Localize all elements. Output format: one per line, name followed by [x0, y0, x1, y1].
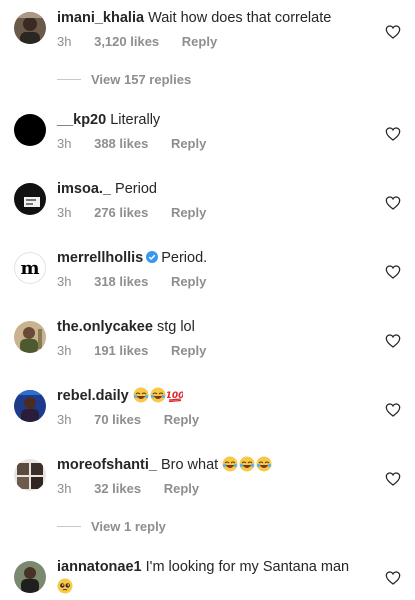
avatar[interactable]	[14, 12, 46, 44]
comment-time: 3h	[57, 274, 72, 289]
comment-meta: 3h 3,120 likes Reply	[57, 34, 375, 50]
comment-likes[interactable]: 3,120 likes	[94, 34, 159, 49]
comment-time: 3h	[57, 412, 72, 427]
view-replies-label: View 1 reply	[91, 519, 166, 534]
comment-username[interactable]: rebel.daily	[57, 388, 129, 404]
avatar[interactable]	[14, 183, 46, 215]
laughing-emoji-icon	[150, 387, 166, 403]
comment-text-line: the.onlycakee stg lol	[57, 318, 375, 337]
comment-time: 3h	[57, 205, 72, 220]
comment-text: Period.	[161, 250, 208, 266]
heart-icon[interactable]	[385, 127, 401, 141]
reply-button[interactable]: Reply	[182, 34, 217, 49]
svg-text:m: m	[20, 258, 39, 279]
comment-time: 3h	[57, 481, 72, 496]
reply-button[interactable]: Reply	[171, 205, 206, 220]
heart-icon[interactable]	[385, 472, 401, 486]
comment-username[interactable]: moreofshanti_	[57, 457, 157, 473]
comment-text-line: imsoa._ Period	[57, 180, 375, 199]
comment-meta: 3h 388 likes Reply	[57, 136, 375, 152]
comment-meta: 3h 70 likes Reply	[57, 412, 375, 428]
comment-text-line-2	[57, 578, 375, 597]
comment-likes[interactable]: 191 likes	[94, 343, 148, 358]
heart-icon[interactable]	[385, 403, 401, 417]
comment-text: Literally	[110, 112, 161, 128]
reply-button[interactable]: Reply	[171, 343, 206, 358]
reply-button[interactable]: Reply	[171, 274, 206, 289]
divider	[57, 526, 81, 527]
avatar[interactable]	[14, 114, 46, 146]
comment-likes[interactable]: 388 likes	[94, 136, 148, 151]
comment-likes[interactable]: 318 likes	[94, 274, 148, 289]
comment-username[interactable]: imani_khalia	[57, 10, 144, 26]
comment-text-line: moreofshanti_ Bro what	[57, 456, 375, 475]
heart-icon[interactable]	[385, 265, 401, 279]
view-replies-button[interactable]: View 1 reply	[57, 519, 166, 534]
comment-username[interactable]: __kp20	[57, 112, 106, 128]
heart-icon[interactable]	[385, 196, 401, 210]
comment-username[interactable]: iannatonae1	[57, 559, 142, 575]
laughing-emoji-icon	[222, 456, 238, 472]
verified-badge-icon	[146, 251, 159, 263]
reply-button[interactable]: Reply	[171, 136, 206, 151]
comment-text: Bro what	[160, 457, 219, 473]
divider	[57, 79, 81, 80]
comment-likes[interactable]: 276 likes	[94, 205, 148, 220]
avatar[interactable]	[14, 321, 46, 353]
heart-icon[interactable]	[385, 571, 401, 585]
comment-text-line: merrellhollis Period.	[57, 249, 375, 268]
laughing-emoji-icon	[256, 456, 272, 472]
comment-text-line: imani_khalia Wait how does that correlat…	[57, 9, 375, 28]
comment-meta: 3h 32 likes Reply	[57, 481, 375, 497]
comment-time: 3h	[57, 34, 72, 49]
comment-text-line: rebel.daily 100	[57, 387, 375, 406]
view-replies-button[interactable]: View 157 replies	[57, 72, 191, 87]
reply-button[interactable]: Reply	[164, 481, 199, 496]
comment-text-line: iannatonae1 I'm looking for my Santana m…	[57, 558, 375, 577]
reply-button[interactable]: Reply	[164, 412, 199, 427]
comment-text: I'm looking for my Santana man	[145, 559, 350, 575]
avatar[interactable]	[14, 459, 46, 491]
laughing-emoji-icon	[239, 456, 255, 472]
avatar[interactable]	[14, 390, 46, 422]
comment-time: 3h	[57, 136, 72, 151]
comment-username[interactable]: the.onlycakee	[57, 319, 153, 335]
comment-meta: 3h 276 likes Reply	[57, 205, 375, 221]
comment-meta: 3h 318 likes Reply	[57, 274, 375, 290]
comment-likes[interactable]: 32 likes	[94, 481, 141, 496]
comment-text: stg lol	[156, 319, 195, 335]
comment-text-line: __kp20 Literally	[57, 111, 375, 130]
comment-meta: 3h 191 likes Reply	[57, 343, 375, 359]
heart-icon[interactable]	[385, 25, 401, 39]
pleading-face-emoji-icon	[57, 578, 73, 594]
comment-text: Wait how does that correlate	[148, 10, 332, 26]
comment-time: 3h	[57, 343, 72, 358]
heart-icon[interactable]	[385, 334, 401, 348]
hundred-points-emoji-icon: 100	[167, 387, 183, 403]
comment-likes[interactable]: 70 likes	[94, 412, 141, 427]
laughing-emoji-icon	[133, 387, 149, 403]
avatar[interactable]	[14, 561, 46, 593]
view-replies-label: View 157 replies	[91, 72, 192, 87]
comment-username[interactable]: merrellhollis	[57, 250, 143, 266]
comment-username[interactable]: imsoa._	[57, 181, 111, 197]
avatar[interactable]: m	[14, 252, 46, 284]
comment-text: Period	[115, 181, 157, 197]
